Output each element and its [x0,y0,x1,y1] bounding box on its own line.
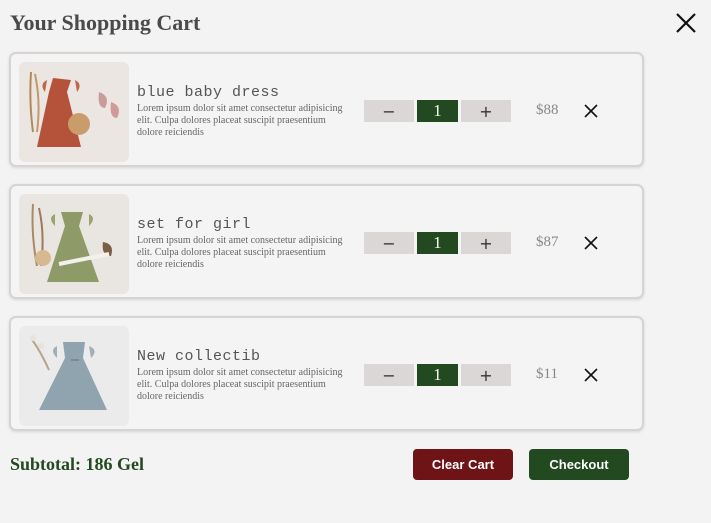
increase-quantity-button[interactable]: + [461,100,511,122]
decrease-quantity-button[interactable]: − [364,232,414,254]
close-icon[interactable] [673,10,699,36]
clear-cart-button[interactable]: Clear Cart [413,449,513,480]
remove-icon[interactable] [583,367,599,383]
decrease-quantity-button[interactable]: − [364,100,414,122]
quantity-stepper: − 1 + [364,100,511,122]
quantity-value: 1 [417,364,458,386]
item-price: $11 [536,366,558,382]
item-price: $88 [536,102,559,118]
cart-item: New collectib Lorem ipsum dolor sit amet… [9,316,644,431]
product-name: New collectib [137,348,261,365]
product-image-collection [19,326,129,426]
product-image-set [19,194,129,294]
product-description: Lorem ipsum dolor sit amet consectetur a… [137,103,343,138]
item-price: $87 [536,234,559,250]
subtotal: Subtotal: 186 Gel [10,454,145,474]
increase-quantity-button[interactable]: + [461,364,511,386]
remove-icon[interactable] [583,103,599,119]
quantity-stepper: − 1 + [364,232,511,254]
product-description: Lorem ipsum dolor sit amet consectetur a… [137,235,343,270]
page-title: Your Shopping Cart [10,10,201,35]
increase-quantity-button[interactable]: + [461,232,511,254]
product-name: set for girl [137,216,252,233]
quantity-stepper: − 1 + [364,364,511,386]
remove-icon[interactable] [583,235,599,251]
quantity-value: 1 [417,232,458,254]
product-description: Lorem ipsum dolor sit amet consectetur a… [137,367,343,402]
decrease-quantity-button[interactable]: − [364,364,414,386]
product-image-dress [19,62,129,162]
cart-item: blue baby dress Lorem ipsum dolor sit am… [9,52,644,167]
product-name: blue baby dress [137,84,280,101]
cart-item: set for girl Lorem ipsum dolor sit amet … [9,184,644,299]
quantity-value: 1 [417,100,458,122]
checkout-button[interactable]: Checkout [529,449,629,480]
